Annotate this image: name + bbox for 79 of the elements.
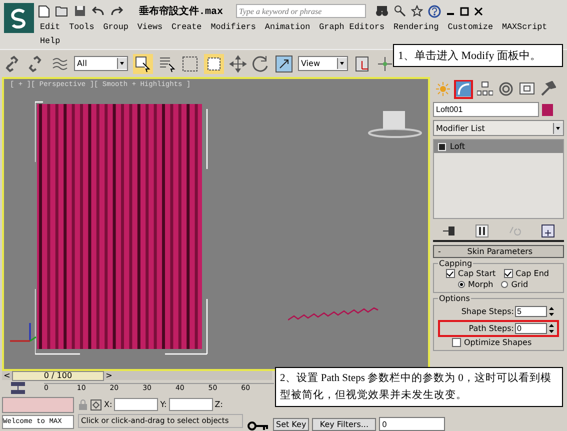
file-name: 垂布帘設文件.max [139,4,224,18]
stack-item[interactable]: Loft [434,140,563,153]
menu-item[interactable]: Graph Editors [319,20,384,34]
set-key-button[interactable]: Set Key [273,418,310,430]
reference-coordinate-dropdown[interactable]: View [298,56,348,71]
absolute-mode-icon[interactable] [90,398,102,410]
menu-item[interactable]: Help [40,34,60,48]
maximize-icon[interactable] [460,6,470,16]
folder-icon[interactable] [55,5,69,17]
scale-icon[interactable] [275,54,293,72]
axis-constraint-icon[interactable] [376,54,394,72]
callout-note: 1、单击进入 Modify 面板中。 [393,44,563,67]
group-title: Options [438,294,471,303]
menu-item[interactable]: Create [172,20,202,34]
hierarchy-tab[interactable] [475,80,494,98]
slider-arrow[interactable]: < [2,371,12,380]
slider-arrow[interactable]: > [104,371,114,380]
spinner-arrows-icon[interactable] [548,323,555,334]
frame-field[interactable]: 0 [379,417,446,431]
binoculars-icon[interactable] [375,5,390,17]
y-coordinate-field[interactable] [168,398,213,411]
spinner-label: Shape Steps: [461,307,514,316]
menu-item[interactable]: Rendering [394,20,439,34]
star-icon[interactable] [411,5,424,17]
save-icon[interactable] [74,5,86,17]
radio-button[interactable]: Grid [501,279,528,290]
selection-filter-dropdown[interactable]: All [74,56,128,71]
object-name-field[interactable]: Loft001 [433,102,539,117]
modifier-list-dropdown[interactable]: Modifier List [433,120,564,136]
object-color-swatch[interactable] [542,104,553,116]
time-slider[interactable]: < 0 / 100 > [2,371,272,380]
search-field[interactable]: Type a keyword or phrase [236,4,366,18]
new-file-icon[interactable] [38,4,50,18]
spinner-field[interactable]: 5 [515,306,547,317]
rotate-icon[interactable] [252,54,270,72]
menu-item[interactable]: Edit [40,20,60,34]
menu-item[interactable]: Animation [264,20,310,34]
menu-item[interactable]: Tools [69,20,94,34]
time-slider-thumb[interactable]: 0 / 100 [12,370,104,380]
track-bar-icon[interactable] [10,380,26,394]
key-filters-button[interactable]: Key Filters... [312,418,376,430]
viewcube-icon[interactable] [368,109,422,139]
window-crossing-icon[interactable] [204,54,224,74]
spinner-label: Path Steps: [468,324,514,333]
menu-item[interactable]: MAXScript [502,20,548,34]
modify-tab[interactable] [454,80,473,98]
select-by-name-icon[interactable] [158,54,176,72]
pin-stack-icon[interactable] [442,225,456,237]
x-label: X: [104,400,112,409]
curtain-model-drawing[interactable] [35,99,210,357]
checkbox[interactable]: Cap End [504,268,549,279]
listener-mini-field[interactable] [2,397,74,413]
undo-icon[interactable] [91,5,105,17]
y-label: Y: [160,400,167,409]
select-cursor-icon[interactable] [133,54,153,74]
radio-button[interactable]: Morph [458,279,494,290]
spinner-arrows-icon[interactable] [548,306,555,317]
checkbox[interactable]: Cap Start [446,268,496,279]
show-end-result-icon[interactable] [475,224,490,238]
pivot-icon[interactable] [353,54,371,72]
rollout-title: Skin Parameters [466,247,534,256]
group-title: Capping [438,259,474,268]
menu-item[interactable]: Views [137,20,163,34]
z-label: Z: [214,400,223,409]
checkbox[interactable]: Optimize Shapes [438,337,559,348]
collapse-sign: - [438,247,441,256]
redo-icon[interactable] [110,5,124,17]
close-icon[interactable] [474,6,484,16]
menu-item[interactable]: Customize [448,20,493,34]
spinner-field[interactable]: 0 [515,323,547,334]
menu-item[interactable]: Modifiers [210,20,256,34]
configure-sets-icon[interactable] [540,224,555,238]
region-select-icon[interactable] [181,54,199,72]
move-icon[interactable] [229,54,247,72]
menu-item[interactable]: Group [103,20,128,34]
x-coordinate-field[interactable] [114,398,158,411]
callout-note: 2、设置 Path Steps 参数栏中的参数为 0，这时可以看到模型被简化，但视觉效果并未发生改变。 [275,367,563,407]
help-icon[interactable] [428,4,442,18]
rollout-header[interactable]: - Skin Parameters [433,245,564,258]
